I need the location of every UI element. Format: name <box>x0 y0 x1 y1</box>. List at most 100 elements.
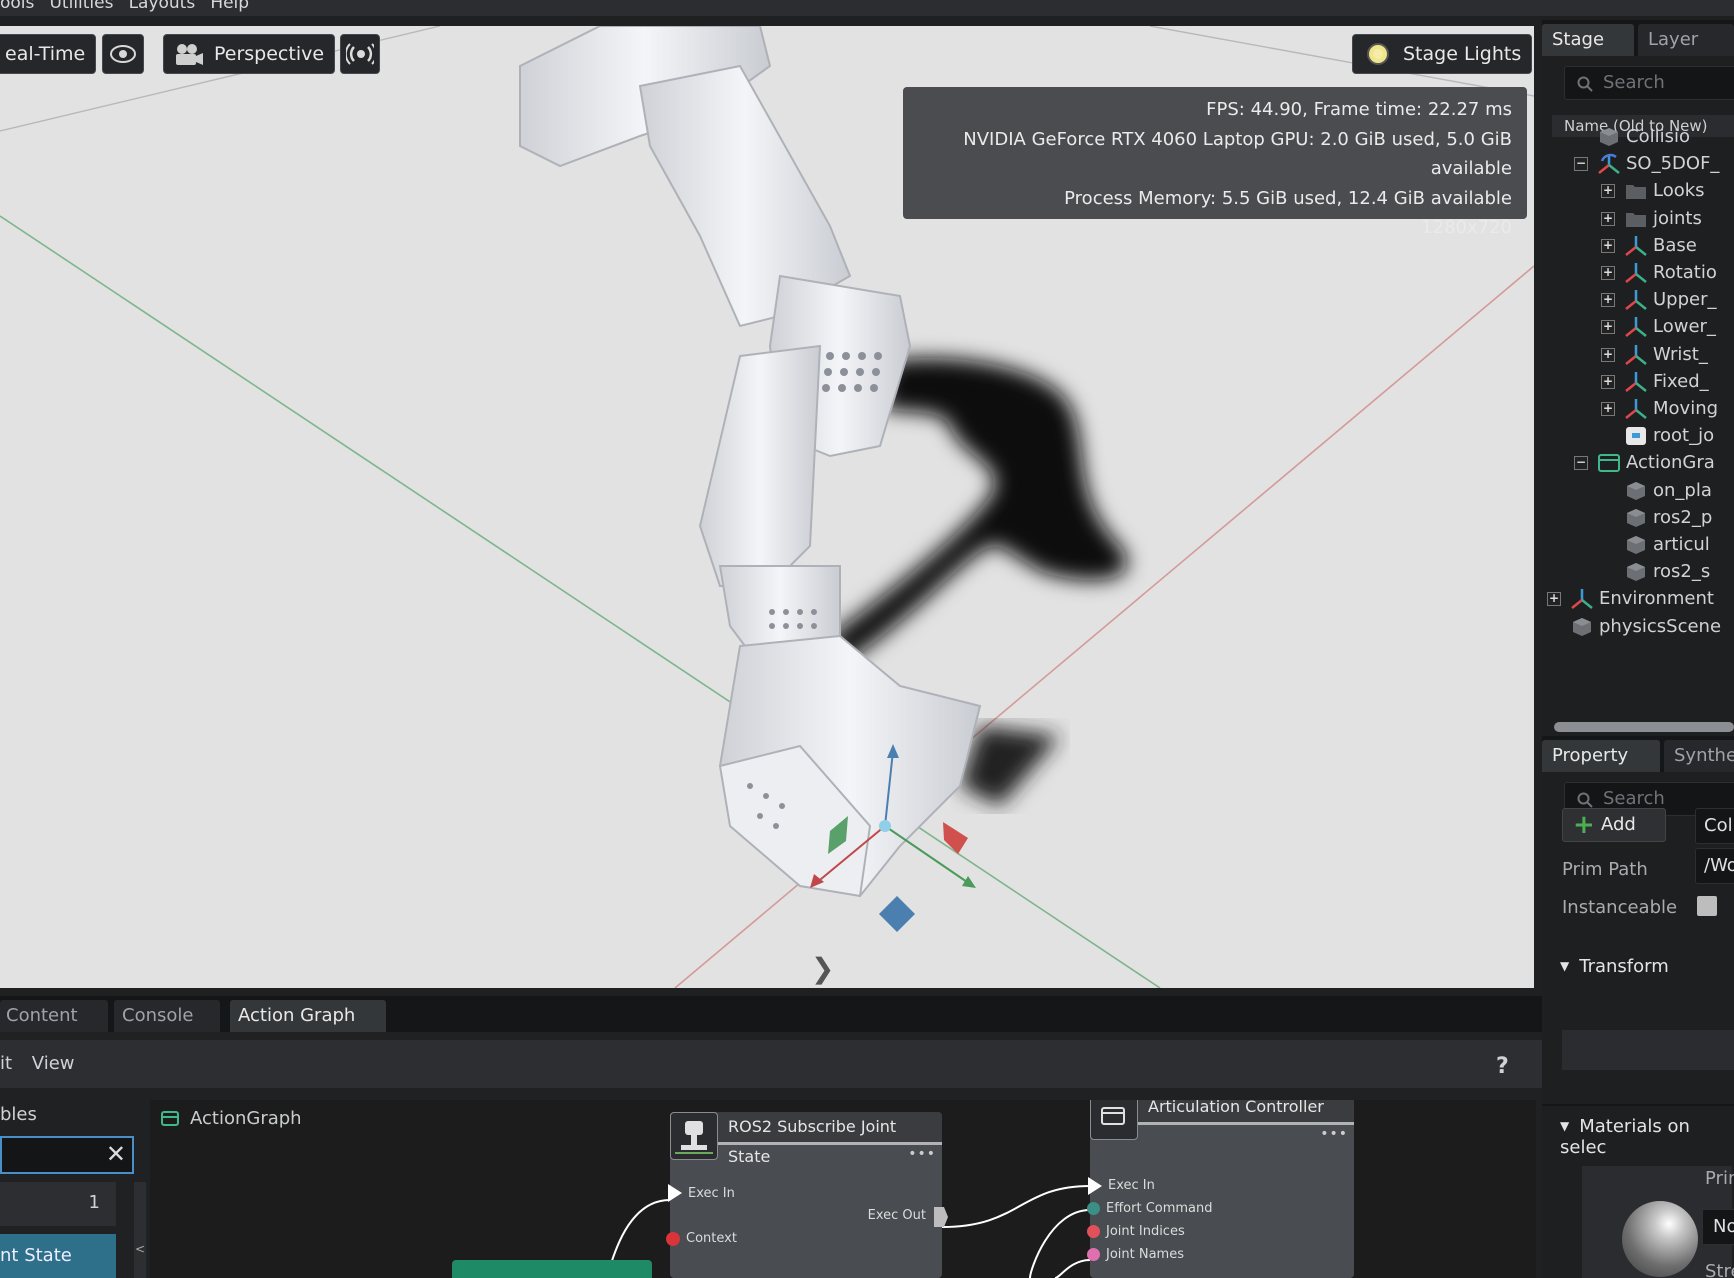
prim-path-field[interactable]: /Wo <box>1695 848 1734 884</box>
menu-view[interactable]: View <box>32 1053 75 1074</box>
expand-icon[interactable]: + <box>1601 238 1615 253</box>
effort-command-port[interactable] <box>1087 1202 1100 1215</box>
instanceable-checkbox[interactable] <box>1697 896 1717 916</box>
tab-content[interactable]: Content <box>0 1000 108 1032</box>
stage-tree-item[interactable]: − ActionGra <box>1542 448 1734 478</box>
node-menu-icon[interactable]: ••• <box>1320 1126 1348 1142</box>
expand-icon[interactable]: + <box>1601 320 1615 335</box>
expand-icon[interactable]: + <box>1601 374 1615 389</box>
stage-horizontal-scrollbar[interactable] <box>1554 722 1734 732</box>
exec-in-port[interactable] <box>1088 1177 1102 1195</box>
stage-tree-item[interactable]: + Lower_ <box>1542 312 1734 342</box>
stage-tree-item[interactable]: articul <box>1542 530 1734 560</box>
materials-section-header[interactable]: ▼ Materials on selec <box>1560 1116 1734 1158</box>
stage-tree-item[interactable]: ros2_s <box>1542 557 1734 587</box>
partial-node[interactable] <box>452 1260 652 1278</box>
stage-tree-item-label: Lower_ <box>1653 316 1716 338</box>
expand-icon[interactable]: + <box>1601 211 1615 226</box>
stage-tree-item[interactable]: + Upper_ <box>1542 285 1734 315</box>
stage-tree-item[interactable]: + Base <box>1542 231 1734 261</box>
action-graph-canvas[interactable]: ActionGraph ROS2 Subscribe Joint State •… <box>150 1100 1536 1278</box>
node-menu-icon[interactable]: ••• <box>908 1146 936 1162</box>
prim-type-field[interactable]: Coll <box>1695 808 1734 844</box>
collapse-icon[interactable]: − <box>1574 456 1588 471</box>
collapse-handle[interactable]: < <box>134 1182 146 1278</box>
stage-tree-item-label: Fixed_ <box>1653 370 1709 392</box>
stage-tree-item[interactable]: on_pla <box>1542 476 1734 506</box>
stage-tree-item[interactable]: + Moving <box>1542 394 1734 424</box>
stage-tree-item[interactable]: − SO_5DOF_ <box>1542 149 1734 179</box>
material-field[interactable]: No <box>1702 1209 1734 1245</box>
stage-lights-button[interactable]: Stage Lights <box>1352 34 1533 74</box>
tab-stage[interactable]: Stage <box>1542 24 1634 56</box>
exec-out-port[interactable] <box>934 1207 948 1227</box>
broadcast-button[interactable] <box>340 34 380 74</box>
tab-layer[interactable]: Layer <box>1638 24 1734 56</box>
variables-search-input[interactable]: ✕ <box>0 1136 134 1174</box>
tab-synthetic[interactable]: Synthe <box>1664 740 1734 772</box>
add-button[interactable]: + Add <box>1562 808 1666 842</box>
stage-tree-item[interactable]: root_jo <box>1542 421 1734 451</box>
plus-icon: + <box>1573 810 1595 840</box>
visibility-button[interactable] <box>102 34 144 74</box>
stage-tree-item-label: joints <box>1653 207 1702 229</box>
stage-tree-item[interactable]: + Environment <box>1542 584 1734 614</box>
caret-down-icon: ▼ <box>1560 1119 1570 1133</box>
stage-search-input[interactable]: Search <box>1564 66 1734 100</box>
expand-icon[interactable]: + <box>1547 592 1561 607</box>
menu-layouts[interactable]: Layouts <box>129 0 196 13</box>
expand-icon[interactable]: + <box>1601 184 1615 199</box>
stage-tree-item[interactable]: + Fixed_ <box>1542 367 1734 397</box>
cube-icon <box>1625 507 1647 529</box>
prim-path-label: Prim Path <box>1562 859 1648 880</box>
transform-section-header[interactable]: ▼ Transform <box>1560 956 1669 977</box>
stage-tree-item[interactable]: + Rotatio <box>1542 258 1734 288</box>
bottom-panel: Content Console Action Graph it View ? b… <box>0 996 1542 1278</box>
stage-tree-item[interactable]: physicsScene <box>1542 612 1734 642</box>
expand-icon[interactable]: + <box>1601 293 1615 308</box>
gpu-stat: NVIDIA GeForce RTX 4060 Laptop GPU: 2.0 … <box>963 128 1512 180</box>
clear-icon[interactable]: ✕ <box>106 1140 126 1168</box>
xform-icon <box>1625 371 1647 393</box>
collapse-icon[interactable]: − <box>1574 157 1588 172</box>
stage-tree-item[interactable]: Collisio <box>1542 122 1734 152</box>
stage-tree-item[interactable]: + Looks <box>1542 176 1734 206</box>
variable-item-selected[interactable]: nt State <box>0 1234 116 1278</box>
viewport[interactable]: eal-Time Perspective Stage Lights FPS: 4… <box>0 26 1534 988</box>
menu-edit[interactable]: it <box>0 1053 12 1074</box>
context-port[interactable] <box>666 1232 680 1246</box>
joint-names-port[interactable] <box>1087 1248 1100 1261</box>
stage-tree-item-label: ros2_s <box>1653 561 1711 583</box>
exec-in-port[interactable] <box>668 1184 682 1202</box>
tab-property[interactable]: Property <box>1542 740 1660 772</box>
realtime-button[interactable]: eal-Time <box>0 34 97 74</box>
xform-icon <box>1625 398 1647 420</box>
memory-stat: Process Memory: 5.5 GiB used, 12.4 GiB a… <box>1064 187 1512 209</box>
xform-icon <box>1625 235 1647 257</box>
ros-node-icon <box>675 1121 713 1154</box>
expand-icon[interactable]: + <box>1601 347 1615 362</box>
stage-tree-item-label: Wrist_ <box>1653 343 1708 365</box>
stage-tree-item-label: Looks <box>1653 180 1705 202</box>
transform-content <box>1562 1030 1734 1070</box>
tab-action-graph[interactable]: Action Graph <box>230 1000 386 1032</box>
camera-button[interactable]: Perspective <box>163 34 336 74</box>
help-icon[interactable]: ? <box>1496 1054 1509 1079</box>
chevron-right-icon[interactable]: ❯ <box>811 952 834 985</box>
tab-console[interactable]: Console <box>114 1000 220 1032</box>
ros2-subscribe-joint-state-node[interactable]: ROS2 Subscribe Joint State ••• Exec In E… <box>666 1112 948 1278</box>
menu-tools[interactable]: ools <box>0 0 34 13</box>
stage-tree-item[interactable]: ros2_p <box>1542 503 1734 533</box>
articulation-controller-node[interactable]: Articulation Controller ••• Exec In Effo… <box>1087 1100 1354 1278</box>
stage-tree-item[interactable]: + Wrist_ <box>1542 340 1734 370</box>
expand-icon[interactable]: + <box>1601 266 1615 280</box>
expand-icon[interactable]: + <box>1601 402 1615 416</box>
stage-tree-item-label: Moving <box>1653 398 1719 419</box>
port-joint-names-label: Joint Names <box>1106 1247 1184 1262</box>
menu-help[interactable]: Help <box>210 0 249 13</box>
search-icon <box>1577 792 1593 808</box>
joint-indices-port[interactable] <box>1087 1225 1100 1238</box>
xform-icon <box>1625 316 1647 338</box>
menu-utilities[interactable]: Utilities <box>49 0 113 13</box>
stage-tree-item[interactable]: + joints <box>1542 204 1734 234</box>
